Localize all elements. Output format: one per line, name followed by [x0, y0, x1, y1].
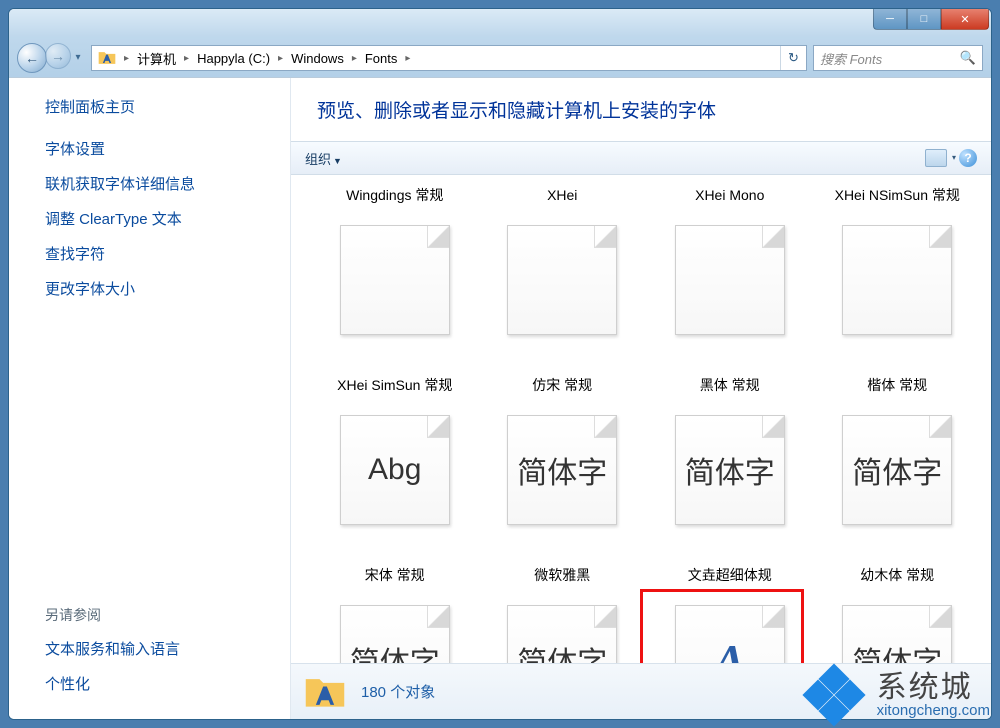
fonts-folder-icon [96, 48, 118, 68]
font-grid: Wingdings 常规 XHei XHei Mono XHei NSimSun 常规… [291, 175, 991, 663]
nav-history-dropdown[interactable]: ▾ [71, 43, 85, 71]
window-minimize-button[interactable]: ─ [873, 8, 907, 30]
fonts-folder-large-icon [303, 670, 347, 714]
font-item[interactable]: 黑体 常规简体字 [646, 375, 814, 565]
font-sample-text: 简体字 [517, 448, 607, 492]
font-item-label: 文垚超细体规 [682, 565, 778, 605]
font-thumbnail: 简体字 [340, 605, 450, 663]
titlebar: ─ □ ✕ [9, 9, 991, 39]
font-item-label: 楷体 常规 [861, 375, 933, 415]
font-item-label: 仿宋 常规 [526, 375, 598, 415]
refresh-button[interactable]: ↻ [780, 46, 806, 70]
window-close-button[interactable]: ✕ [941, 8, 989, 30]
font-thumbnail: 简体字 [842, 605, 952, 663]
font-item[interactable]: XHei [479, 185, 647, 375]
font-thumbnail [507, 225, 617, 335]
font-item[interactable]: 文垚超细体规A↗ [646, 565, 814, 663]
sidebar-link-personalization[interactable]: 个性化 [45, 666, 290, 701]
font-item[interactable]: XHei SimSun 常规 Abg [311, 375, 479, 565]
status-object-count: 180 个对象 [361, 681, 435, 702]
font-thumbnail [675, 225, 785, 335]
font-item[interactable]: XHei Mono [646, 185, 814, 375]
breadcrumb[interactable]: Happyla (C:) [191, 46, 276, 70]
nav-back-button[interactable]: ← [17, 43, 47, 73]
view-options-button[interactable] [925, 149, 947, 167]
sidebar-link-find-character[interactable]: 查找字符 [45, 236, 290, 271]
font-item[interactable]: 宋体 常规简体字 [311, 565, 479, 663]
font-item[interactable]: Wingdings 常规 [311, 185, 479, 375]
sidebar-link-font-settings[interactable]: 字体设置 [45, 131, 290, 166]
font-item-label: XHei [541, 185, 583, 225]
organize-menu[interactable]: 组织▼ [305, 149, 342, 168]
toolbar: 组织▼ ? [291, 141, 991, 175]
sidebar-link-text-services[interactable]: 文本服务和输入语言 [45, 631, 290, 666]
font-item[interactable]: 楷体 常规简体字 [814, 375, 982, 565]
sidebar-link-change-font-size[interactable]: 更改字体大小 [45, 271, 290, 306]
chevron-right-icon: ▸ [403, 53, 412, 64]
font-thumbnail [340, 225, 450, 335]
font-thumbnail: 简体字 [507, 415, 617, 525]
font-thumbnail: Abg [340, 415, 450, 525]
font-sample-text: 简体字 [852, 448, 942, 492]
search-icon: 🔍 [960, 50, 976, 66]
window-maximize-button[interactable]: □ [907, 8, 941, 30]
font-thumbnail: A↗ [675, 605, 785, 663]
breadcrumb[interactable]: Fonts [359, 46, 404, 70]
font-thumbnail: 简体字 [842, 415, 952, 525]
help-button[interactable]: ? [959, 149, 977, 167]
search-input[interactable]: 搜索 Fonts 🔍 [813, 45, 983, 71]
control-panel-home-link[interactable]: 控制面板主页 [45, 96, 290, 117]
font-item-label: 黑体 常规 [694, 375, 766, 415]
font-thumbnail [842, 225, 952, 335]
font-item-label: XHei Mono [689, 185, 770, 225]
font-item-label: XHei SimSun 常规 [331, 375, 458, 415]
sidebar-link-adjust-cleartype[interactable]: 调整 ClearType 文本 [45, 201, 290, 236]
chevron-down-icon: ▼ [333, 156, 342, 166]
address-bar[interactable]: ▸ 计算机 ▸ Happyla (C:) ▸ Windows ▸ Fonts ▸… [91, 45, 807, 71]
sidebar-link-get-fonts-online[interactable]: 联机获取字体详细信息 [45, 166, 290, 201]
status-bar: 180 个对象 [291, 663, 991, 719]
search-placeholder: 搜索 Fonts [820, 49, 882, 68]
font-item-label: 宋体 常规 [359, 565, 431, 605]
font-item-label: XHei NSimSun 常规 [829, 185, 966, 225]
font-thumbnail: 简体字 [675, 415, 785, 525]
font-item[interactable]: 微软雅黑简体字 [479, 565, 647, 663]
font-item[interactable]: XHei NSimSun 常规 [814, 185, 982, 375]
font-sample-text: A [714, 634, 745, 664]
font-item[interactable]: 幼木体 常规简体字 [814, 565, 982, 663]
font-sample-text: 简体字 [685, 448, 775, 492]
chevron-right-icon: ▸ [182, 53, 191, 64]
font-sample-text: 简体字 [517, 638, 607, 663]
font-sample-text: 简体字 [350, 638, 440, 663]
page-title: 预览、删除或者显示和隐藏计算机上安装的字体 [291, 78, 991, 141]
font-item-label: 微软雅黑 [528, 565, 596, 605]
see-also-header: 另请参阅 [45, 605, 290, 625]
breadcrumb[interactable]: 计算机 [131, 46, 182, 70]
breadcrumb[interactable]: Windows [285, 46, 350, 70]
font-item-label: Wingdings 常规 [340, 185, 449, 225]
chevron-right-icon: ▸ [122, 53, 131, 64]
font-thumbnail: 简体字 [507, 605, 617, 663]
font-sample-text: Abg [368, 453, 421, 487]
chevron-right-icon: ▸ [350, 53, 359, 64]
font-sample-text: 简体字 [852, 638, 942, 663]
sidebar: 控制面板主页 字体设置 联机获取字体详细信息 调整 ClearType 文本 查… [9, 78, 291, 719]
nav-forward-button[interactable]: → [45, 43, 71, 69]
chevron-right-icon: ▸ [276, 53, 285, 64]
font-item[interactable]: 仿宋 常规简体字 [479, 375, 647, 565]
font-item-label: 幼木体 常规 [854, 565, 940, 605]
